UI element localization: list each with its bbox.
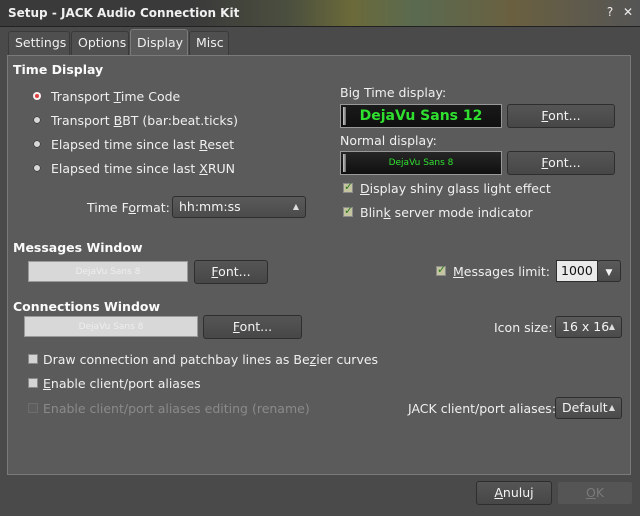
radio-elapsed-since-xrun[interactable]: Elapsed time since last XRUN: [33, 161, 333, 179]
blink-checkbox[interactable]: Blink server mode indicator: [343, 204, 583, 223]
radio-label: Transport Time Code: [51, 89, 181, 104]
checkbox-indicator: [343, 180, 353, 193]
messages-limit-dropdown[interactable]: ▼: [597, 260, 621, 282]
checkbox-label: Enable client/port aliases: [43, 376, 201, 391]
close-icon[interactable]: ✕: [620, 4, 636, 20]
aliases-editing-checkbox: Enable client/port aliases editing (rena…: [28, 401, 318, 419]
checkbox-indicator: [436, 263, 446, 276]
time-format-label: Time Format:: [87, 200, 170, 215]
chevron-updown-icon: ▲: [608, 322, 615, 331]
checkbox-label: Blink server mode indicator: [360, 205, 533, 220]
chevron-updown-icon: ▲: [608, 403, 615, 412]
chevron-down-icon: ▼: [605, 268, 613, 278]
tab-misc[interactable]: Misc: [189, 31, 229, 55]
checkbox-indicator: [343, 204, 353, 217]
checkbox-indicator: [28, 378, 38, 388]
chevron-updown-icon: ▲: [292, 202, 299, 211]
checkbox-label: Enable client/port aliases editing (rena…: [43, 401, 310, 416]
checkbox-indicator: [28, 354, 38, 364]
radio-transport-bbt[interactable]: Transport BBT (bar:beat.ticks): [33, 113, 333, 131]
time-format-value: hh:mm:ss: [179, 199, 241, 214]
checkbox-label: Display shiny glass light effect: [360, 181, 551, 196]
tab-options[interactable]: Options: [71, 31, 129, 55]
radio-elapsed-since-reset[interactable]: Elapsed time since last Reset: [33, 137, 333, 155]
radio-label: Elapsed time since last XRUN: [51, 161, 236, 176]
jack-aliases-label: JACK client/port aliases:: [408, 401, 557, 416]
radio-label: Elapsed time since last Reset: [51, 137, 235, 152]
connections-font-preview: DejaVu Sans 8: [24, 316, 198, 337]
big-time-font-preview: DejaVu Sans 12: [340, 104, 502, 128]
messages-font-button[interactable]: Font...: [194, 260, 268, 284]
normal-display-label: Normal display:: [340, 133, 437, 148]
radio-indicator: [33, 116, 41, 124]
big-time-display-label: Big Time display:: [340, 85, 447, 100]
checkbox-label: Draw connection and patchbay lines as Be…: [43, 352, 379, 367]
ok-button[interactable]: OK: [557, 481, 633, 505]
tab-display[interactable]: Display: [130, 29, 188, 56]
messages-limit-field[interactable]: 1000: [556, 260, 598, 282]
connections-window-heading: Connections Window: [13, 299, 161, 314]
help-icon[interactable]: ?: [602, 4, 618, 20]
radio-label: Transport BBT (bar:beat.ticks): [51, 113, 239, 128]
radio-indicator: [33, 164, 41, 172]
tab-settings[interactable]: Settings: [8, 31, 70, 55]
shiny-glass-checkbox[interactable]: Display shiny glass light effect: [343, 180, 583, 199]
radio-transport-time-code[interactable]: Transport Time Code: [33, 89, 333, 107]
icon-size-label: Icon size:: [494, 320, 553, 335]
jack-aliases-value: Default: [562, 400, 608, 415]
enable-aliases-checkbox[interactable]: Enable client/port aliases: [28, 376, 228, 394]
bezier-curves-checkbox[interactable]: Draw connection and patchbay lines as Be…: [28, 352, 388, 370]
checkbox-indicator: [28, 403, 38, 413]
connections-font-button[interactable]: Font...: [203, 315, 302, 339]
time-format-select[interactable]: hh:mm:ss ▲: [172, 196, 306, 218]
messages-limit-checkbox[interactable]: Messages limit:: [436, 263, 551, 282]
icon-size-value: 16 x 16: [562, 319, 610, 334]
messages-window-heading: Messages Window: [13, 240, 143, 255]
normal-font-button[interactable]: Font...: [507, 151, 615, 175]
icon-size-select[interactable]: 16 x 16 ▲: [555, 316, 622, 338]
big-time-font-button[interactable]: Font...: [507, 104, 615, 128]
normal-font-preview: DejaVu Sans 8: [340, 151, 502, 175]
messages-font-preview: DejaVu Sans 8: [28, 261, 188, 282]
window-title: Setup - JACK Audio Connection Kit: [8, 6, 240, 20]
cancel-button[interactable]: Anuluj: [476, 481, 552, 505]
jack-aliases-select[interactable]: Default ▲: [555, 397, 622, 419]
time-display-heading: Time Display: [13, 62, 104, 77]
radio-indicator: [33, 92, 41, 100]
title-bar[interactable]: Setup - JACK Audio Connection Kit ? ✕: [0, 0, 640, 27]
checkbox-label: Messages limit:: [453, 264, 550, 279]
radio-indicator: [33, 140, 41, 148]
